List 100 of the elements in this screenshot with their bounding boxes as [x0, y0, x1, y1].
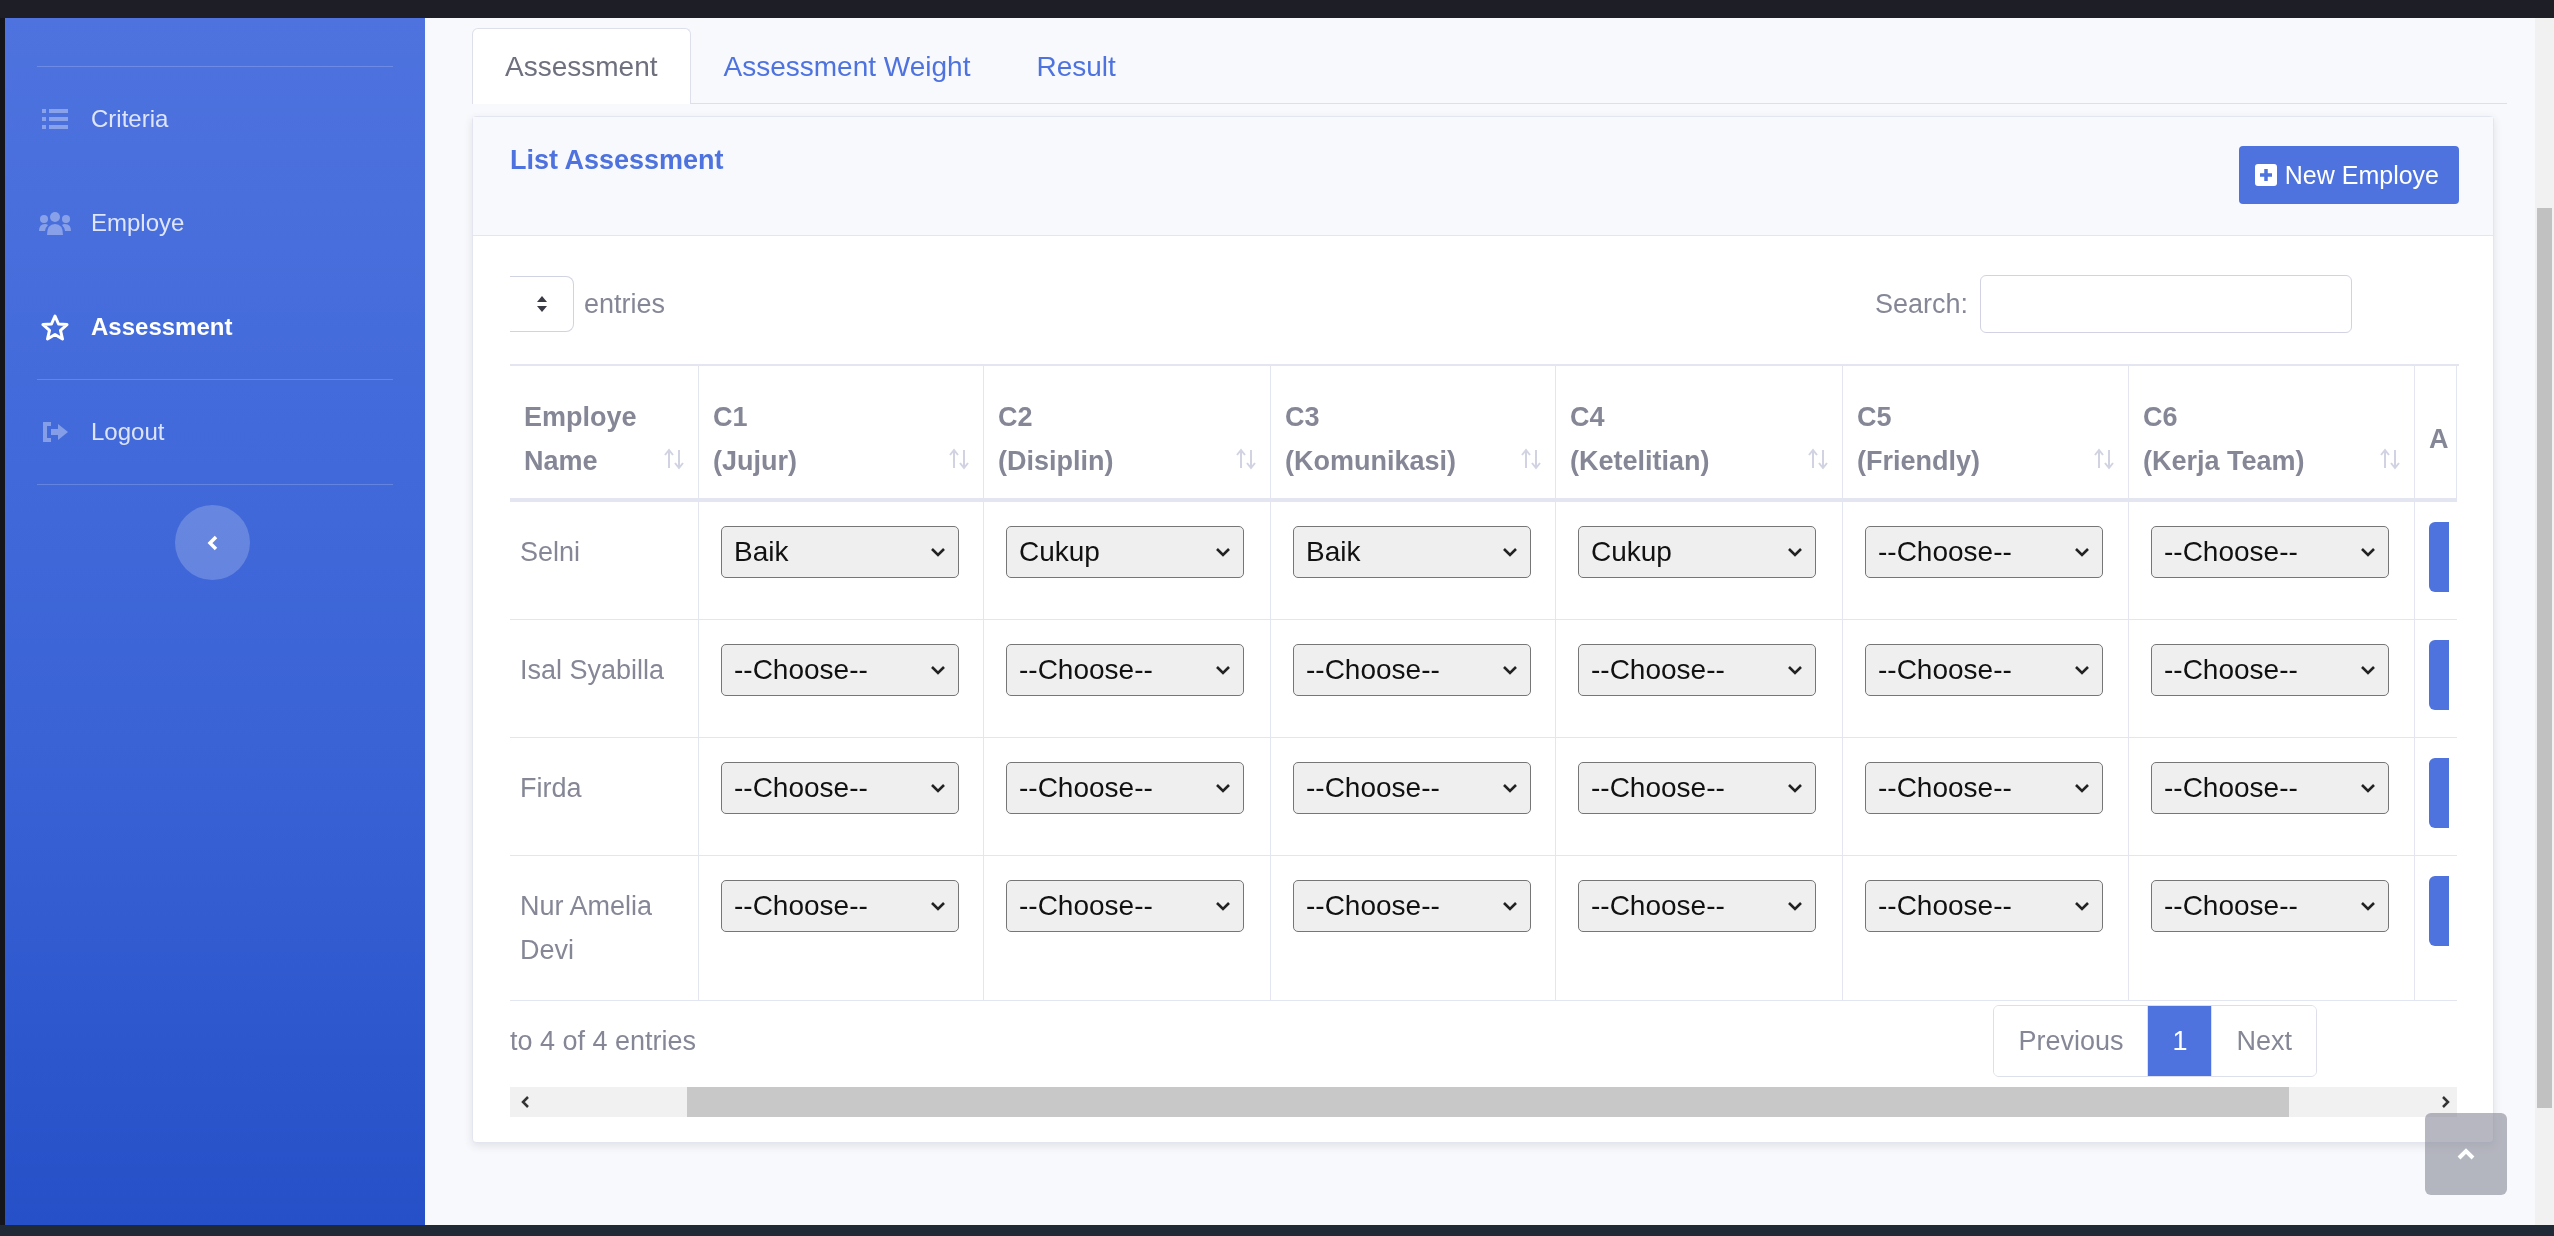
sidebar-item[interactable]: Employe: [5, 171, 425, 275]
column-header[interactable]: C4 (Ketelitian): [1556, 366, 1843, 502]
chevron-down-icon: [2360, 901, 2376, 911]
action-button[interactable]: [2429, 876, 2449, 946]
tab[interactable]: Assessment: [472, 28, 691, 104]
card-title: List Assessment: [510, 144, 724, 176]
chevron-down-icon: [1215, 665, 1231, 675]
rating-dropdown[interactable]: --Choose--: [1865, 762, 2103, 814]
rating-dropdown[interactable]: --Choose--: [1578, 644, 1816, 696]
chevron-down-icon: [2074, 901, 2090, 911]
chevron-down-icon: [2360, 665, 2376, 675]
chevron-down-icon: [930, 547, 946, 557]
chevron-down-icon: [2360, 783, 2376, 793]
column-header[interactable]: A: [2415, 366, 2457, 502]
sort-icon: [1521, 448, 1541, 470]
column-header[interactable]: C5 (Friendly): [1843, 366, 2129, 502]
sort-icon: [664, 448, 684, 470]
sort-icon: [2380, 448, 2400, 470]
column-title: C2 (Disiplin): [998, 401, 1114, 478]
entries-info: to 4 of 4 entries: [510, 1025, 697, 1057]
chevron-down-icon: [1787, 901, 1803, 911]
chevron-down-icon: [1502, 665, 1518, 675]
chevron-down-icon: [2074, 783, 2090, 793]
sidebar-item[interactable]: Logout: [5, 380, 425, 484]
rating-dropdown[interactable]: --Choose--: [2151, 762, 2389, 814]
rating-dropdown[interactable]: Baik: [1293, 526, 1531, 578]
rating-dropdown[interactable]: --Choose--: [1578, 762, 1816, 814]
search-field[interactable]: [1980, 275, 2352, 333]
chevron-down-icon: [930, 901, 946, 911]
search-label: Search:: [1874, 288, 1968, 320]
vertical-scrollbar[interactable]: [2535, 18, 2554, 1225]
column-title: C4 (Ketelitian): [1570, 401, 1710, 478]
rating-dropdown[interactable]: --Choose--: [721, 644, 959, 696]
column-header[interactable]: C2 (Disiplin): [984, 366, 1271, 502]
rating-dropdown[interactable]: --Choose--: [721, 880, 959, 932]
column-header[interactable]: C3 (Komunikasi): [1271, 366, 1556, 502]
rating-dropdown[interactable]: --Choose--: [1006, 880, 1244, 932]
chevron-down-icon: [1215, 783, 1231, 793]
rating-dropdown[interactable]: --Choose--: [2151, 526, 2389, 578]
column-title: C3 (Komunikasi): [1285, 401, 1457, 478]
star-icon: [41, 313, 69, 341]
sidebar-item[interactable]: Criteria: [5, 67, 425, 171]
column-title: A: [2429, 423, 2449, 456]
scroll-left-icon[interactable]: [520, 1095, 530, 1109]
rating-dropdown[interactable]: Baik: [721, 526, 959, 578]
rating-dropdown[interactable]: --Choose--: [2151, 880, 2389, 932]
chevron-down-icon: [1502, 547, 1518, 557]
employee-name: Selni: [520, 536, 582, 569]
rating-dropdown[interactable]: --Choose--: [1293, 644, 1531, 696]
rating-dropdown[interactable]: --Choose--: [1865, 880, 2103, 932]
rating-dropdown[interactable]: --Choose--: [1006, 762, 1244, 814]
rating-dropdown[interactable]: Cukup: [1006, 526, 1244, 578]
entries-label: entries: [584, 288, 666, 320]
chevron-left-icon: [206, 533, 219, 552]
rating-dropdown[interactable]: --Choose--: [721, 762, 959, 814]
sort-icon: [1808, 448, 1828, 470]
column-title: C6 (Kerja Team): [2143, 401, 2305, 478]
rating-dropdown[interactable]: --Choose--: [1006, 644, 1244, 696]
chevron-down-icon: [1502, 901, 1518, 911]
chevron-up-icon: [2456, 1148, 2476, 1160]
column-title: C1 (Jujur): [713, 401, 797, 478]
sort-icon: [2094, 448, 2114, 470]
employee-name: Nur Amelia Devi: [520, 890, 654, 967]
rating-dropdown[interactable]: Cukup: [1578, 526, 1816, 578]
chevron-down-icon: [930, 783, 946, 793]
rating-dropdown[interactable]: --Choose--: [1865, 526, 2103, 578]
employee-name: Firda: [520, 772, 583, 805]
sort-icon: [949, 448, 969, 470]
employee-name: Isal Syabilla: [520, 654, 666, 687]
rating-dropdown[interactable]: --Choose--: [1865, 644, 2103, 696]
tab[interactable]: Assessment Weight: [690, 28, 1004, 104]
chevron-down-icon: [1787, 665, 1803, 675]
action-button[interactable]: [2429, 522, 2449, 592]
rating-dropdown[interactable]: --Choose--: [1293, 762, 1531, 814]
chevron-down-icon: [1215, 901, 1231, 911]
chevron-down-icon: [1502, 783, 1518, 793]
sidebar-item[interactable]: Assessment: [5, 275, 425, 379]
logout-icon: [41, 420, 69, 444]
column-header[interactable]: C1 (Jujur): [699, 366, 984, 502]
rating-dropdown[interactable]: --Choose--: [1293, 880, 1531, 932]
rating-dropdown[interactable]: --Choose--: [1578, 880, 1816, 932]
tab[interactable]: Result: [1003, 28, 1149, 104]
chevron-down-icon: [1787, 547, 1803, 557]
sort-caret-icon: [535, 295, 548, 313]
entries-select[interactable]: [510, 276, 574, 332]
chevron-down-icon: [1787, 783, 1803, 793]
new-employe-button[interactable]: New Employe: [2238, 146, 2459, 204]
rating-dropdown[interactable]: --Choose--: [2151, 644, 2389, 696]
chevron-down-icon: [1215, 547, 1231, 557]
pagination-button[interactable]: Next: [2211, 1006, 2316, 1076]
pagination-button[interactable]: 1: [2147, 1006, 2212, 1076]
action-button[interactable]: [2429, 758, 2449, 828]
column-header[interactable]: C6 (Kerja Team): [2129, 366, 2415, 502]
action-button[interactable]: [2429, 640, 2449, 710]
horizontal-scrollbar[interactable]: [510, 1087, 2457, 1117]
chevron-down-icon: [2074, 547, 2090, 557]
column-title: C5 (Friendly): [1857, 401, 1980, 478]
column-title: Employe Name: [524, 401, 637, 478]
column-header[interactable]: Employe Name: [510, 366, 699, 502]
scroll-right-icon[interactable]: [2441, 1095, 2451, 1109]
